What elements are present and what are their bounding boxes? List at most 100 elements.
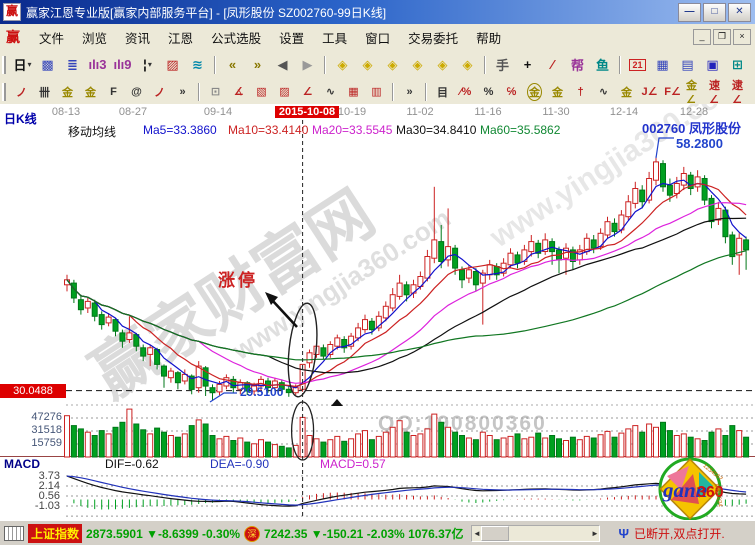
more-right-icon[interactable]: » (399, 81, 420, 102)
cloud-tool-icon[interactable]: 鱼 (591, 53, 614, 76)
angle-line-icon[interactable]: ∠ (297, 81, 318, 102)
f-grid-icon[interactable]: F (103, 81, 124, 102)
scrollbar-thumb[interactable] (481, 526, 509, 541)
dai-angle-icon[interactable]: 逮∠ (731, 81, 752, 102)
volume-axis-label: 15759 (0, 437, 62, 449)
menu-file[interactable]: 文件 (30, 25, 73, 50)
menu-news[interactable]: 资讯 (116, 25, 159, 50)
doc-close-button[interactable]: × (733, 29, 751, 45)
grid-red-2-icon[interactable]: ▥ (366, 81, 387, 102)
sz-index-icon[interactable]: 深 (244, 526, 260, 542)
keyboard-icon[interactable] (4, 526, 24, 541)
minute-chart-9-icon[interactable]: ılı9 (111, 53, 134, 76)
scroll-left-arrow[interactable]: ◄ (472, 529, 481, 538)
ma10-value: Ma10=33.4140 (228, 123, 308, 137)
brush-2-icon[interactable]: ノ (149, 81, 170, 102)
send-icon[interactable]: ⊞ (726, 53, 749, 76)
indicator-edit-icon[interactable]: ▨ (161, 53, 184, 76)
toolbar-separator (392, 83, 394, 101)
zoom-left-icon[interactable]: ◈ (331, 53, 354, 76)
toolbar-separator (619, 56, 621, 74)
menu-tools[interactable]: 工具 (313, 25, 356, 50)
grid-tool-icon[interactable]: 卌 (34, 81, 55, 102)
horizontal-scrollbar[interactable]: ◄ ► (471, 525, 600, 542)
jump-end-icon[interactable]: » (246, 53, 269, 76)
percent-h-icon[interactable]: ℅ (501, 81, 522, 102)
gann-fan-icon[interactable]: ∡ (228, 81, 249, 102)
toolbar-grip[interactable] (2, 83, 6, 101)
page-right-icon[interactable]: ▶ (296, 53, 319, 76)
gann-box-gray-icon[interactable]: ⊡ (205, 81, 226, 102)
ma30-value: Ma30=34.8410 (396, 123, 476, 137)
menu-formula-stockpick[interactable]: 公式选股 (202, 25, 270, 50)
page-left-icon[interactable]: ◀ (271, 53, 294, 76)
gann-square-icon[interactable]: ▨ (274, 81, 295, 102)
gold-circle-icon[interactable]: 金 (524, 81, 545, 102)
notes-icon[interactable]: ▤ (676, 53, 699, 76)
connection-status[interactable]: 已断开,双点打开. (634, 525, 725, 542)
doc-minimize-button[interactable]: _ (693, 29, 711, 45)
chart-area[interactable]: 赢家财富网 www.yingjia360.com www.yingjia360.… (0, 104, 755, 521)
candle-type-icon[interactable]: ¦▾ (136, 53, 159, 76)
grid-red-1-icon[interactable]: ▦ (343, 81, 364, 102)
print-icon[interactable]: 凸 (751, 53, 755, 76)
j-angle-icon[interactable]: J∠ (639, 81, 660, 102)
calendar-icon[interactable]: 21 (626, 53, 649, 76)
close-button[interactable]: ✕ (728, 3, 751, 22)
sh-index-badge[interactable]: 上证指数 (28, 524, 82, 543)
percent-icon[interactable]: % (478, 81, 499, 102)
f-angle-icon[interactable]: F∠ (662, 81, 683, 102)
multi-window-icon[interactable]: ▩ (36, 53, 59, 76)
macd-title: MACD (4, 457, 40, 471)
spiral-icon[interactable]: @ (126, 81, 147, 102)
percent-line-icon[interactable]: ∕% (455, 81, 476, 102)
zoom-right-icon[interactable]: ◈ (356, 53, 379, 76)
doc-restore-button[interactable]: ❐ (713, 29, 731, 45)
kline-display-icon[interactable]: 日▾ (11, 53, 34, 76)
volume-axis-label: 31518 (0, 424, 62, 436)
speed-angle-icon[interactable]: 速∠ (708, 81, 729, 102)
stats-table-icon[interactable]: 目 (432, 81, 453, 102)
wave-line-icon[interactable]: ∿ (320, 81, 341, 102)
menu-browse[interactable]: 浏览 (73, 25, 116, 50)
gann-box-icon[interactable]: ▧ (251, 81, 272, 102)
date-tick-label: 09-14 (196, 106, 240, 118)
pan-left-icon[interactable]: ◈ (406, 53, 429, 76)
crosshair-icon[interactable]: + (516, 53, 539, 76)
toolbar-grip[interactable] (2, 56, 6, 74)
date-tick-label: 11-30 (534, 106, 578, 118)
jump-start-icon[interactable]: « (221, 53, 244, 76)
menu-settings[interactable]: 设置 (270, 25, 313, 50)
save-icon[interactable]: ▣ (701, 53, 724, 76)
period-label[interactable]: 日K线 (4, 110, 37, 127)
drag-hand-icon[interactable]: 手 (491, 53, 514, 76)
gold-angle-icon[interactable]: 金∠ (685, 81, 706, 102)
toolbar-separator (484, 56, 486, 74)
minimize-button[interactable]: — (678, 3, 701, 22)
title-bar[interactable]: 赢 赢家江恩专业版[赢家内部服务平台] - [凤形股份 SZ002760-99日… (0, 0, 755, 24)
minute-chart-3-icon[interactable]: ılı3 (86, 53, 109, 76)
scroll-right-arrow[interactable]: ► (590, 529, 599, 538)
pan-right-icon[interactable]: ◈ (431, 53, 454, 76)
menu-window[interactable]: 窗口 (356, 25, 399, 50)
zoom-both-icon[interactable]: ◈ (381, 53, 404, 76)
gold-grid-1-icon[interactable]: 金 (57, 81, 78, 102)
tool-box-icon[interactable]: 帮 (566, 53, 589, 76)
color-chart-icon[interactable]: ≋ (186, 53, 209, 76)
ma20-value: Ma20=33.5545 (312, 123, 392, 137)
brush-icon[interactable]: ノ (11, 81, 32, 102)
wave-2-icon[interactable]: ∿ (593, 81, 614, 102)
gold-line-icon[interactable]: 金 (547, 81, 568, 102)
maximize-button[interactable]: □ (703, 3, 726, 22)
menu-gann[interactable]: 江恩 (159, 25, 202, 50)
trend-pick-icon[interactable]: ∕ (541, 53, 564, 76)
pan-both-icon[interactable]: ◈ (456, 53, 479, 76)
gold-grid-2-icon[interactable]: 金 (80, 81, 101, 102)
menu-trade[interactable]: 交易委托 (399, 25, 467, 50)
candle-brush-icon[interactable]: † (570, 81, 591, 102)
more-left-icon[interactable]: » (172, 81, 193, 102)
menu-help[interactable]: 帮助 (467, 25, 510, 50)
gold-plain-icon[interactable]: 金 (616, 81, 637, 102)
calculator-icon[interactable]: ▦ (651, 53, 674, 76)
info-list-icon[interactable]: ≣ (61, 53, 84, 76)
